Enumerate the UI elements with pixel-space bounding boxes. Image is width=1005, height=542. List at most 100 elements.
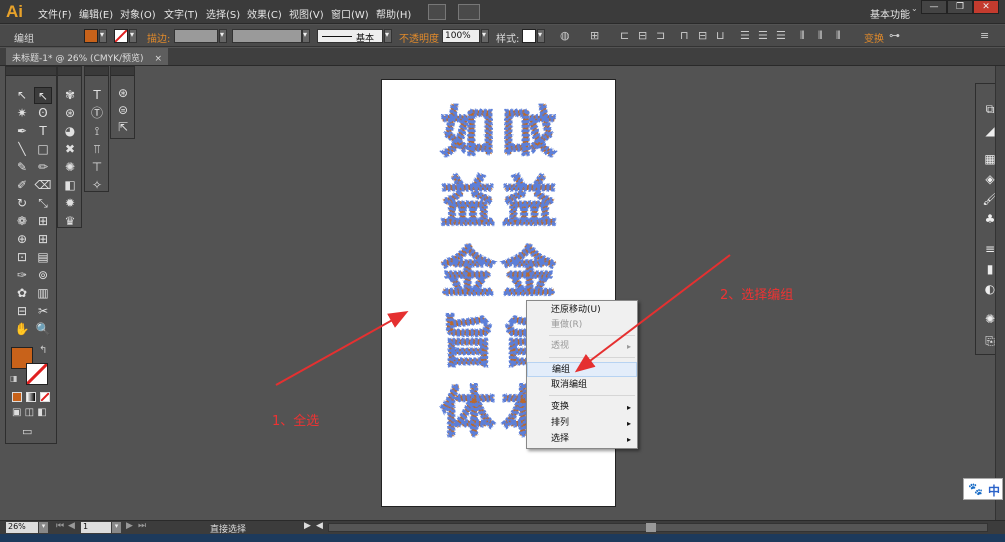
stroke-color-box[interactable] xyxy=(25,362,49,386)
close-button[interactable]: ✕ xyxy=(973,0,999,14)
artboard-dropdown[interactable]: ▾ xyxy=(112,522,121,533)
align-left-icon[interactable]: ⊏ xyxy=(620,29,629,42)
artboard-tool-icon[interactable]: ⊟ xyxy=(13,303,31,320)
type-on-path-tool-icon[interactable]: ⟟ xyxy=(88,123,106,140)
artwork-glyph[interactable]: 体 xyxy=(439,379,496,445)
zoom-dropdown[interactable]: ▾ xyxy=(39,522,48,533)
vertical-path-type-tool-icon[interactable]: ✧ xyxy=(88,177,106,194)
slice-tool-icon[interactable]: ✂ xyxy=(34,303,52,320)
blend-tool-icon[interactable]: ⊚ xyxy=(34,267,52,284)
menu-help[interactable]: 帮助(H) xyxy=(376,6,411,21)
artwork-glyph[interactable]: 如 xyxy=(439,99,496,165)
width-tool-icon[interactable]: ✾ xyxy=(61,87,79,104)
menu-view[interactable]: 视图(V) xyxy=(289,6,324,21)
menu-ungroup[interactable]: 取消编组 xyxy=(527,378,637,393)
stroke-label[interactable]: 描边: xyxy=(147,30,170,45)
blob-brush-tool-icon[interactable]: ✐ xyxy=(13,177,31,194)
crystallize-tool-icon[interactable]: ✹ xyxy=(61,195,79,212)
first-artboard-icon[interactable]: ⏮ xyxy=(56,521,64,531)
artwork-glyph[interactable]: 金 xyxy=(501,239,560,305)
paintbrush-tool-icon[interactable]: ✎ xyxy=(13,159,31,176)
wrinkle-tool-icon[interactable]: ♛ xyxy=(61,213,79,230)
align-to-icon[interactable]: ⊞ xyxy=(590,29,599,42)
next-artboard-icon[interactable]: ▶ xyxy=(126,521,133,531)
distribute-right-icon[interactable]: ⫴ xyxy=(836,29,841,43)
opacity-dropdown[interactable] xyxy=(481,29,489,43)
gradient-tool-icon[interactable]: ▤ xyxy=(34,249,52,266)
magic-wand-tool-icon[interactable]: ✷ xyxy=(13,105,31,122)
menu-group[interactable]: 编组 xyxy=(527,362,637,377)
lasso-tool-icon[interactable]: ʘ xyxy=(34,105,52,122)
align-middle-icon[interactable]: ⊟ xyxy=(698,29,707,42)
rectangle-tool-icon[interactable]: □ xyxy=(34,141,52,158)
column-graph-tool-icon[interactable]: ▥ xyxy=(34,285,52,302)
stroke-dropdown[interactable] xyxy=(129,29,137,43)
type-tool-icon[interactable]: T xyxy=(34,123,52,140)
menu-arrange[interactable]: 排列 ▸ xyxy=(527,416,637,431)
scale-tool-icon[interactable]: ⤡ xyxy=(34,195,52,212)
variable-width-profile[interactable] xyxy=(232,29,302,43)
vertical-type-tool-icon[interactable]: ⫪ xyxy=(88,141,106,158)
variable-width-dropdown[interactable] xyxy=(302,29,310,43)
align-right-icon[interactable]: ⊐ xyxy=(656,29,665,42)
recolor-artwork-icon[interactable]: ◍ xyxy=(560,29,570,42)
gradient-mode-icon[interactable] xyxy=(26,392,36,402)
close-tab-icon[interactable]: × xyxy=(154,54,162,64)
fill-dropdown[interactable] xyxy=(99,29,107,43)
distribute-left-icon[interactable]: ⫴ xyxy=(800,29,805,43)
menu-type[interactable]: 文字(T) xyxy=(164,6,198,21)
vertical-area-type-tool-icon[interactable]: ⊤ xyxy=(88,159,106,176)
vertical-scrollbar[interactable] xyxy=(995,66,1005,520)
opacity-label[interactable]: 不透明度 xyxy=(399,30,439,45)
distribute-middle-icon[interactable]: ☰ xyxy=(758,29,768,42)
direct-selection-tool-icon[interactable]: ↖ xyxy=(34,87,52,104)
eraser-tool-icon[interactable]: ⌫ xyxy=(34,177,52,194)
fill-swatch[interactable] xyxy=(84,29,98,43)
menu-file[interactable]: 文件(F) xyxy=(38,6,72,21)
artwork-glyph[interactable]: 如 xyxy=(502,99,559,165)
none-mode-icon[interactable] xyxy=(40,392,50,402)
shape-builder-tool-icon[interactable]: ⊕ xyxy=(13,231,31,248)
perspective-grid-tool-icon[interactable]: ⊞ xyxy=(34,231,52,248)
last-artboard-icon[interactable]: ⏭ xyxy=(138,521,146,531)
artwork-glyph[interactable]: 益 xyxy=(439,169,496,235)
graphic-style-swatch[interactable] xyxy=(522,29,536,43)
minimize-button[interactable]: — xyxy=(921,0,947,14)
menu-window[interactable]: 窗口(W) xyxy=(331,6,369,21)
eyedropper-tool-icon[interactable]: ✑ xyxy=(13,267,31,284)
pen-tool-icon[interactable]: ✒ xyxy=(13,123,31,140)
hand-tool-icon[interactable]: ✋ xyxy=(13,321,31,338)
free-transform-tool-icon[interactable]: ⊞ xyxy=(34,213,52,230)
line-tool-icon[interactable]: ╲ xyxy=(13,141,31,158)
chevron-down-icon[interactable]: ⌄ xyxy=(911,4,918,13)
menu-edit[interactable]: 编辑(E) xyxy=(79,6,113,21)
brush-definition-dropdown[interactable] xyxy=(384,29,392,43)
artwork-glyph[interactable]: 金 xyxy=(438,239,497,305)
stroke-weight-field[interactable] xyxy=(174,29,218,43)
distribute-top-icon[interactable]: ☰ xyxy=(740,29,750,42)
shape-builder-tool-icon[interactable]: ⊛ xyxy=(114,85,132,102)
status-menu-arrow[interactable]: ▶ xyxy=(304,521,311,531)
opacity-field[interactable]: 100% xyxy=(442,29,480,43)
ime-indicator[interactable]: 🐾 中 xyxy=(963,478,1003,500)
symbol-sprayer-tool-icon[interactable]: ✿ xyxy=(13,285,31,302)
menu-transform[interactable]: 变换 ▸ xyxy=(527,400,637,415)
live-paint-bucket-icon[interactable]: ⊜ xyxy=(114,102,132,119)
type-tool-icon[interactable]: T xyxy=(88,87,106,104)
rotate-tool-icon[interactable]: ↻ xyxy=(13,195,31,212)
bloat-tool-icon[interactable]: ✺ xyxy=(61,159,79,176)
restore-button[interactable]: ❐ xyxy=(947,0,973,14)
mesh-tool-icon[interactable]: ⊡ xyxy=(13,249,31,266)
isolate-group-icon[interactable]: ⊶ xyxy=(889,29,900,42)
horizontal-scrollbar[interactable] xyxy=(328,523,988,532)
tools-panel-header[interactable] xyxy=(6,67,56,76)
menu-effect[interactable]: 效果(C) xyxy=(247,6,282,21)
align-center-icon[interactable]: ⊟ xyxy=(638,29,647,42)
scallop-tool-icon[interactable]: ◧ xyxy=(61,177,79,194)
live-paint-selection-icon[interactable]: ⇱ xyxy=(114,119,132,136)
pencil-tool-icon[interactable]: ✏ xyxy=(34,159,52,176)
stroke-weight-dropdown[interactable] xyxy=(219,29,227,43)
artwork-glyph[interactable]: 益 xyxy=(502,169,559,235)
arrange-documents-button[interactable] xyxy=(458,4,480,20)
screen-mode-icon[interactable]: ▭ xyxy=(22,425,42,438)
